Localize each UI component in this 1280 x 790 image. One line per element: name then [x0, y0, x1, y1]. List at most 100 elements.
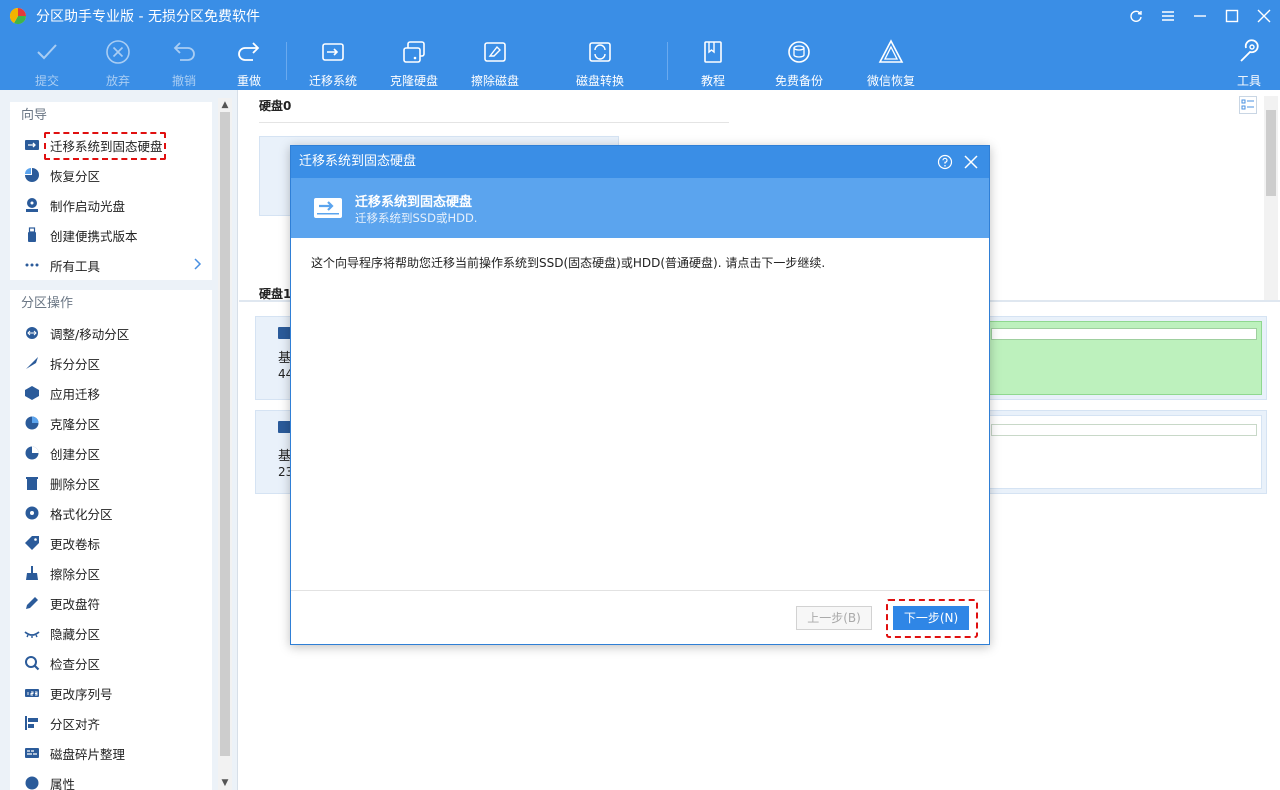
migrate-os-button[interactable]: 迁移系统: [302, 38, 364, 90]
list-view-icon: [1241, 99, 1254, 110]
refresh-icon: [1130, 10, 1142, 22]
discard-label: 放弃: [105, 74, 130, 88]
sidebar-item-defrag[interactable]: 磁盘碎片整理: [10, 738, 212, 768]
dialog-close-icon[interactable]: [963, 154, 979, 170]
clone-disk-icon: [403, 41, 425, 63]
close-window-button[interactable]: [1248, 0, 1280, 32]
disk-convert-button[interactable]: 磁盘转换: [569, 38, 631, 90]
sidebar-item-properties[interactable]: 属性: [10, 768, 212, 790]
dialog-body-text: 这个向导程序将帮助您迁移当前操作系统到SSD(固态硬盘)或HDD(普通硬盘). …: [311, 256, 826, 270]
sidebar-item-change-letter[interactable]: 更改盘符: [10, 588, 212, 618]
sidebar-item-change-label[interactable]: 更改卷标: [10, 528, 212, 558]
minimize-button[interactable]: [1184, 0, 1216, 32]
top-scrollbar[interactable]: [1264, 96, 1278, 302]
sidebar-item-wipe-partition[interactable]: 擦除分区: [10, 558, 212, 588]
sidebar-item-check-partition[interactable]: 检查分区: [10, 648, 212, 678]
highlight-box: [44, 132, 166, 160]
sidebar-item-label: 属性: [50, 776, 76, 790]
redo-button[interactable]: 重做: [218, 38, 280, 90]
next-button[interactable]: 下一步(N): [893, 606, 969, 630]
scroll-up-arrow-icon[interactable]: ▲: [218, 98, 232, 112]
sidebar-item-delete-partition[interactable]: 删除分区: [10, 468, 212, 498]
sidebar-item-migrate-ssd[interactable]: 迁移系统到固态硬盘: [10, 130, 212, 160]
migrate-icon: [24, 137, 40, 153]
sidebar-item-recover-partition[interactable]: 恢复分区: [10, 160, 212, 190]
sidebar-item-create-partition[interactable]: 创建分区: [10, 438, 212, 468]
recovery-triangle-icon: [878, 39, 904, 63]
sidebar-item-label: 删除分区: [50, 476, 101, 492]
wipe-disk-button[interactable]: 擦除磁盘: [464, 38, 526, 90]
sidebar-item-app-move[interactable]: 应用迁移: [10, 378, 212, 408]
wipe-disk-label: 擦除磁盘: [470, 74, 519, 88]
clone-disk-button[interactable]: 克隆硬盘: [383, 38, 445, 90]
sidebar-item-label: 所有工具: [50, 258, 101, 274]
left-scrollbar[interactable]: ▲ ▼: [218, 98, 232, 790]
top-scrollbar-thumb[interactable]: [1266, 110, 1276, 196]
title-bar: 分区助手专业版 - 无损分区免费软件: [0, 0, 1280, 32]
disk-convert-icon: [589, 42, 611, 62]
hide-icon: [24, 625, 40, 641]
serial-icon: [24, 685, 40, 701]
sidebar-item-label: 创建分区: [50, 446, 101, 462]
more-icon: [24, 257, 40, 273]
refresh-button[interactable]: [1120, 0, 1152, 32]
app-logo-icon: [9, 7, 27, 25]
disk-convert-label: 磁盘转换: [575, 74, 624, 88]
sidebar-item-label: 应用迁移: [50, 386, 101, 402]
tutorial-button[interactable]: 教程: [682, 38, 744, 90]
check-icon: [24, 655, 40, 671]
partition-bar[interactable]: [986, 415, 1262, 489]
pie-icon: [24, 167, 40, 183]
sidebar-item-label: 调整/移动分区: [50, 326, 130, 342]
partition-bar[interactable]: [986, 321, 1262, 395]
sidebar-item-change-serial[interactable]: 更改序列号: [10, 678, 212, 708]
discard-button[interactable]: 放弃: [87, 38, 149, 90]
sidebar-item-resize[interactable]: 调整/移动分区: [10, 318, 212, 348]
sidebar-item-clone-partition[interactable]: 克隆分区: [10, 408, 212, 438]
sidebar-item-align[interactable]: 分区对齐: [10, 708, 212, 738]
toolbar: 提交 放弃 撤销 重做 迁移系统 克隆硬盘 擦除磁盘 磁盘转换 教程 免费备份 …: [0, 32, 1280, 90]
sidebar-item-label: 隐藏分区: [50, 626, 101, 642]
disk1-label: 硬盘1: [259, 287, 292, 301]
left-scrollbar-thumb[interactable]: [220, 112, 230, 756]
divider: [259, 122, 729, 123]
sidebar-item-hide-partition[interactable]: 隐藏分区: [10, 618, 212, 648]
menu-button[interactable]: [1152, 0, 1184, 32]
hamburger-icon: [1162, 11, 1174, 21]
boot-disc-icon: [24, 197, 40, 213]
tools-button[interactable]: 工具: [1218, 38, 1280, 90]
free-backup-button[interactable]: 免费备份: [768, 38, 830, 90]
sidebar-item-all-tools[interactable]: 所有工具: [10, 250, 212, 280]
tools-label: 工具: [1236, 74, 1261, 88]
undo-icon: [173, 42, 195, 61]
sidebar-item-portable[interactable]: 创建便携式版本: [10, 220, 212, 250]
maximize-button[interactable]: [1216, 0, 1248, 32]
sidebar-item-label: 检查分区: [50, 656, 101, 672]
sidebar-item-boot-disc[interactable]: 制作启动光盘: [10, 190, 212, 220]
undo-label: 撤销: [171, 74, 196, 88]
undo-button[interactable]: 撤销: [153, 38, 215, 90]
partition-usage-bar: [991, 328, 1257, 340]
dialog-title: 迁移系统到固态硬盘: [291, 146, 989, 178]
help-icon[interactable]: [937, 154, 953, 170]
prev-button[interactable]: 上一步(B): [796, 606, 872, 630]
sidebar-item-format[interactable]: 格式化分区: [10, 498, 212, 528]
tutorial-label: 教程: [700, 74, 725, 88]
sidebar-item-label: 更改序列号: [50, 686, 113, 702]
format-icon: [24, 505, 40, 521]
scroll-down-arrow-icon[interactable]: ▼: [218, 776, 232, 790]
wechat-recovery-button[interactable]: 微信恢复: [860, 38, 922, 90]
app-move-icon: [24, 385, 40, 401]
commit-button[interactable]: 提交: [16, 38, 78, 90]
dialog-header-subtitle: 迁移系统到SSD或HDD.: [355, 211, 478, 225]
create-icon: [24, 445, 40, 461]
partition-ops-section: 分区操作 调整/移动分区 拆分分区 应用迁移 克隆分区 创建分区 删除分区 格式…: [10, 290, 212, 790]
view-toggle-button[interactable]: [1239, 96, 1257, 114]
backup-icon: [788, 41, 810, 63]
partition-usage-bar: [991, 424, 1257, 436]
migrate-icon: [314, 198, 342, 218]
sidebar-item-split[interactable]: 拆分分区: [10, 348, 212, 378]
dialog-header: 迁移系统到固态硬盘 迁移系统到SSD或HDD.: [291, 178, 989, 238]
tag-icon: [24, 535, 40, 551]
sidebar-item-label: 制作启动光盘: [50, 198, 126, 214]
